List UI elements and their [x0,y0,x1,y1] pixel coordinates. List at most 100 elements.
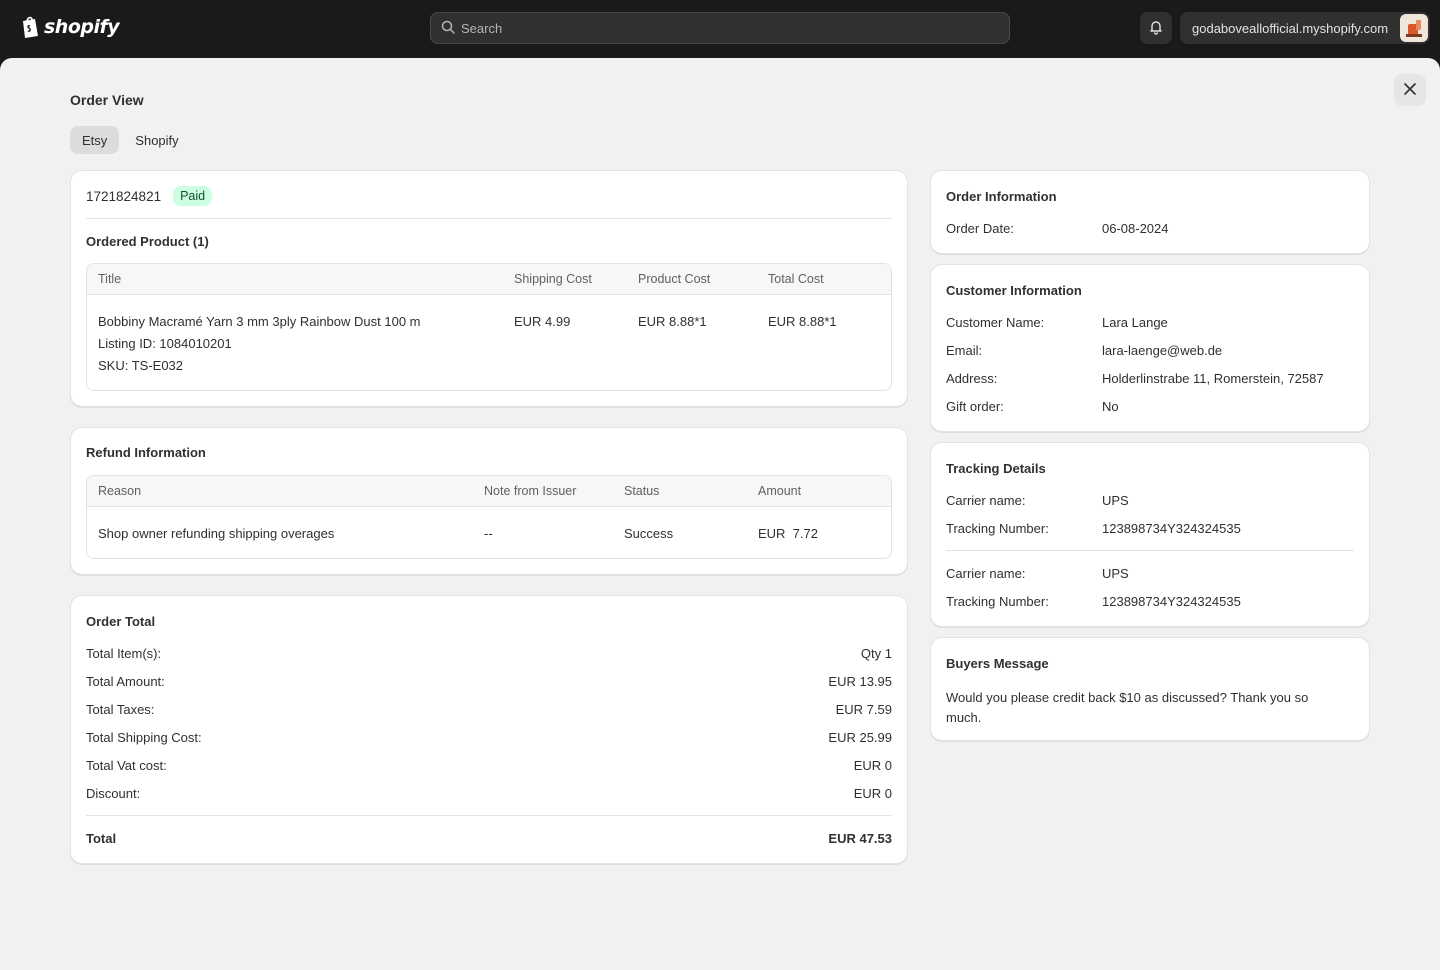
order-date-row: Order Date: 06-08-2024 [946,221,1354,236]
address-label: Address: [946,371,998,386]
total-items-row: Total Item(s): Qty 1 [86,646,892,661]
store-name: godaboveallofficial.myshopify.com [1192,20,1389,36]
customer-information-card: Customer Information Customer Name: Lara … [930,264,1370,432]
ordered-product-heading: Ordered Product (1) [86,234,209,249]
carrier-value: UPS [1102,566,1129,581]
total-taxes-row: Total Taxes: EUR 7.59 [86,702,892,717]
shopify-wordmark: shopify [44,16,120,38]
tab-etsy[interactable]: Etsy [70,126,120,154]
gift-order-label: Gift order: [946,399,1004,414]
divider [86,815,892,816]
refund-reason: Shop owner refunding shipping overages [98,526,335,541]
tab-shopify[interactable]: Shopify [123,126,190,154]
column-header-shipping-cost: Shipping Cost [514,272,592,286]
tracking-number-label: Tracking Number: [946,521,1049,536]
store-menu-button[interactable]: godaboveallofficial.myshopify.com [1180,12,1430,44]
email-value: lara-laenge@web.de [1102,343,1223,358]
order-information-card: Order Information Order Date: 06-08-2024 [930,170,1370,254]
column-header-amount: Amount [758,484,802,498]
total-taxes-label: Total Taxes: [86,702,155,717]
total-cost: EUR 8.88*1 [768,314,837,329]
tracking-number-value: 123898734Y324324535 [1102,521,1241,536]
carrier-label: Carrier name: [946,566,1026,581]
total-shipping-row: Total Shipping Cost: EUR 25.99 [86,730,892,745]
total-vat-row: Total Vat cost: EUR 0 [86,758,892,773]
total-taxes-value: EUR 7.59 [835,702,892,717]
tracking-number-row: Tracking Number: 123898734Y324324535 [946,521,1354,536]
discount-label: Discount: [86,786,141,801]
gift-order-value: No [1102,399,1119,414]
order-date-label: Order Date: [946,221,1014,236]
total-amount-value: EUR 13.95 [828,674,892,689]
column-header-reason: Reason [98,484,142,498]
customer-name-row: Customer Name: Lara Lange [946,315,1354,330]
search-icon [441,20,455,37]
email-label: Email: [946,343,983,358]
customer-information-heading: Customer Information [946,283,1082,298]
grand-total-row: Total EUR 47.53 [86,831,892,846]
status-badge: Paid [173,186,213,206]
refund-status: Success [624,526,674,541]
divider [946,550,1354,551]
order-view-modal: Order View Etsy Shopify 1721824821 Paid … [0,58,1440,970]
ordered-product-table: Title Shipping Cost Product Cost Total C… [86,263,892,391]
total-vat-label: Total Vat cost: [86,758,167,773]
order-information-heading: Order Information [946,189,1057,204]
grand-total-value: EUR 47.53 [828,831,892,846]
customer-name-label: Customer Name: [946,315,1045,330]
close-icon [1404,82,1416,98]
store-avatar [1400,14,1428,42]
shipping-cost: EUR 4.99 [514,314,571,329]
divider [86,218,892,219]
tracking-number-value: 123898734Y324324535 [1102,594,1241,609]
notifications-button[interactable] [1140,12,1172,44]
column-header-title: Title [98,272,122,286]
table-header: Reason Note from Issuer Status Amount [87,476,891,507]
customer-name-value: Lara Lange [1102,315,1168,330]
refund-table: Reason Note from Issuer Status Amount Sh… [86,475,892,559]
discount-value: EUR 0 [853,786,892,801]
buyers-message-text: Would you please credit back $10 as disc… [946,690,1309,725]
gift-order-row: Gift order: No [946,399,1354,414]
total-items-value: Qty 1 [860,646,892,661]
discount-row: Discount: EUR 0 [86,786,892,801]
product-title: Bobbiny Macramé Yarn 3 mm 3ply Rainbow D… [98,314,421,329]
column-header-note: Note from Issuer [484,484,577,498]
tracking-details-card: Tracking Details Carrier name: UPS Tracki… [930,442,1370,627]
carrier-value: UPS [1102,493,1129,508]
table-header: Title Shipping Cost Product Cost Total C… [87,264,891,295]
search-bar[interactable] [430,12,1010,44]
order-id: 1721824821 [86,188,162,204]
total-items-label: Total Item(s): [86,646,162,661]
close-button[interactable] [1394,74,1426,106]
listing-id: Listing ID: 1084010201 [98,336,232,351]
carrier-row: Carrier name: UPS [946,493,1354,508]
total-amount-label: Total Amount: [86,674,165,689]
product-cost: EUR 8.88*1 [638,314,707,329]
refund-amount: EUR 7.72 [758,526,818,541]
total-amount-row: Total Amount: EUR 13.95 [86,674,892,689]
carrier-label: Carrier name: [946,493,1026,508]
column-header-status: Status [624,484,660,498]
total-vat-value: EUR 0 [853,758,892,773]
search-input[interactable] [461,20,981,36]
tracking-details-heading: Tracking Details [946,461,1046,476]
address-value: Holderlinstrabe 11, Romerstein, 72587 [1102,371,1324,386]
carrier-row: Carrier name: UPS [946,566,1354,581]
ordered-product-card: 1721824821 Paid Ordered Product (1) Titl… [70,170,908,407]
buyers-message-card: Buyers Message Would you please credit b… [930,637,1370,741]
page-title: Order View [70,92,144,108]
refund-note: -- [484,526,493,541]
refund-information-card: Refund Information Reason Note from Issu… [70,427,908,575]
address-row: Address: Holderlinstrabe 11, Romerstein, … [946,371,1354,386]
total-shipping-label: Total Shipping Cost: [86,730,202,745]
top-bar: shopify godaboveallofficial.myshopify.co… [0,0,1440,58]
shopify-logo[interactable]: shopify [20,15,120,39]
column-header-product-cost: Product Cost [638,272,711,286]
bell-icon [1148,19,1164,38]
order-total-card: Order Total Total Item(s): Qty 1 Total Am… [70,595,908,864]
order-date-value: 06-08-2024 [1102,221,1169,236]
column-header-total-cost: Total Cost [768,272,824,286]
email-row: Email: lara-laenge@web.de [946,343,1354,358]
order-total-heading: Order Total [86,614,156,629]
